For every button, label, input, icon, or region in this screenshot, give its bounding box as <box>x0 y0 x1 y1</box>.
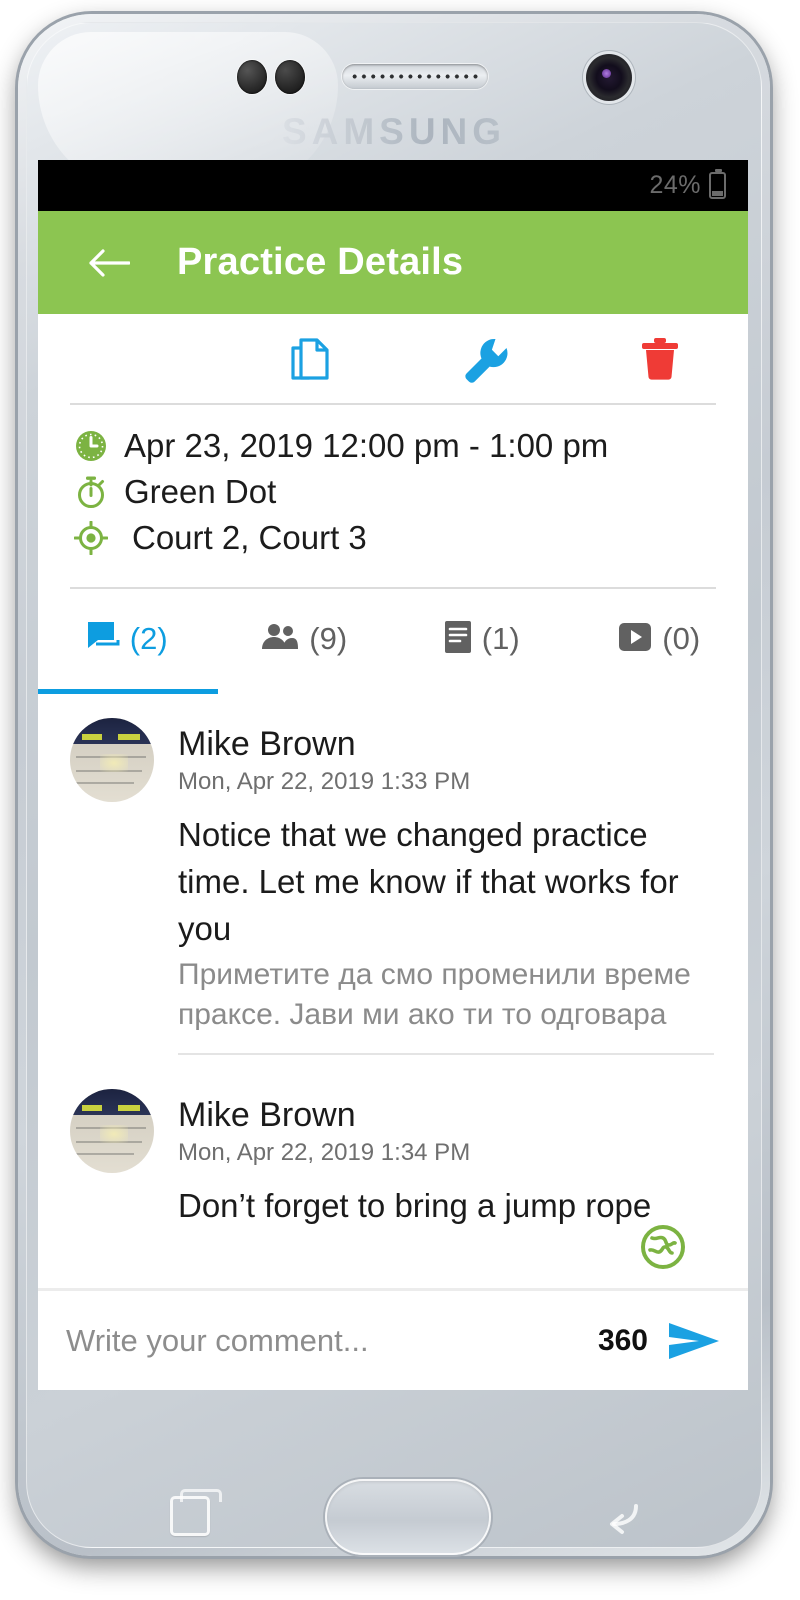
comment-author: Mike Brown <box>178 1095 356 1134</box>
avatar <box>70 718 154 802</box>
battery-percent-label: 24% <box>649 171 701 199</box>
phone-screen: 24% Practice Details Apr 23, 2019 12:00 … <box>38 160 748 1390</box>
comment-author: Mike Brown <box>178 724 356 763</box>
send-button[interactable] <box>666 1317 722 1365</box>
front-camera-icon <box>586 54 632 101</box>
comment-item[interactable]: Mike Brown Mon, Apr 22, 2019 1:34 PM Don… <box>38 1065 748 1240</box>
avatar <box>70 1088 154 1173</box>
tab-attendees-count: (9) <box>309 621 348 656</box>
comment-list: Mike Brown Mon, Apr 22, 2019 1:33 PM Not… <box>38 694 748 1269</box>
avatar-photo-line <box>76 1152 134 1155</box>
duplicate-button[interactable] <box>222 314 397 403</box>
tab-videos[interactable]: (0) <box>571 589 749 689</box>
comment-separator <box>178 1052 714 1055</box>
detail-row-datetime: Apr 23, 2019 12:00 pm - 1:00 pm <box>38 423 748 469</box>
page-title: Practice Details <box>177 241 464 283</box>
comment-meta: Mike Brown Mon, Apr 22, 2019 1:33 PM <box>178 718 470 802</box>
clock-icon <box>72 429 110 463</box>
earpiece-speaker <box>342 64 488 89</box>
tab-notes[interactable]: (1) <box>393 589 571 689</box>
tab-attendees[interactable]: (9) <box>216 589 394 689</box>
tab-bar: (2) (9) (1) (0) <box>38 589 748 689</box>
edit-button[interactable] <box>397 314 572 403</box>
comment-meta: Mike Brown Mon, Apr 22, 2019 1:34 PM <box>178 1089 470 1173</box>
detail-group-text: Green Dot <box>124 473 277 510</box>
comment-body: Don’t forget to bring a jump rope <box>178 1186 652 1224</box>
comment-timestamp: Mon, Apr 22, 2019 1:33 PM <box>178 768 471 796</box>
comment-item[interactable]: Mike Brown Mon, Apr 22, 2019 1:33 PM Not… <box>38 694 748 1065</box>
tab-videos-count: (0) <box>662 621 701 656</box>
avatar-photo-glare <box>100 754 128 772</box>
video-play-icon <box>618 622 652 657</box>
samsung-brand-logo: SAMSUNG <box>18 111 770 153</box>
avatar-photo-band <box>70 1088 154 1115</box>
home-button[interactable] <box>325 1479 491 1555</box>
earpiece-grille <box>350 73 480 80</box>
tab-comments[interactable]: (2) <box>38 589 216 689</box>
avatar-photo-line <box>76 782 134 784</box>
detail-datetime-text: Apr 23, 2019 12:00 pm - 1:00 pm <box>124 427 609 464</box>
recents-key-icon[interactable] <box>170 1489 222 1536</box>
app-bar: Practice Details <box>38 211 748 314</box>
avatar-photo-band <box>70 718 154 744</box>
light-sensor-icon <box>275 60 305 94</box>
avatar-photo-glare <box>100 1124 128 1143</box>
avatar-photo-detail <box>118 1104 140 1111</box>
avatar-photo-detail <box>118 734 140 740</box>
practice-detail-block: Apr 23, 2019 12:00 pm - 1:00 pm Green Do… <box>38 405 748 587</box>
comment-input-bar: 360 <box>38 1288 748 1390</box>
comment-timestamp: Mon, Apr 22, 2019 1:34 PM <box>178 1139 471 1166</box>
people-icon <box>261 622 299 657</box>
comment-header: Mike Brown Mon, Apr 22, 2019 1:34 PM <box>38 1088 748 1173</box>
tab-comments-count: (2) <box>129 621 168 656</box>
status-bar: 24% <box>38 160 748 211</box>
battery-icon <box>709 169 726 199</box>
avatar-photo-detail <box>82 1104 102 1111</box>
globe-translate-icon[interactable] <box>640 1224 686 1270</box>
delete-button[interactable] <box>573 314 748 403</box>
proximity-sensor-icon <box>237 60 267 94</box>
tab-notes-count: (1) <box>481 621 520 656</box>
comment-translation: Приметите да смо променили време праксе.… <box>178 957 691 1031</box>
comment-icon <box>86 620 120 659</box>
comment-input[interactable] <box>66 1322 580 1359</box>
comment-header: Mike Brown Mon, Apr 22, 2019 1:33 PM <box>38 718 748 802</box>
char-counter: 360 <box>597 1323 648 1357</box>
comment-body: Notice that we changed practice time. Le… <box>178 816 679 947</box>
detail-row-group: Green Dot <box>38 469 748 515</box>
avatar-photo-detail <box>82 734 102 740</box>
document-lines-icon <box>444 620 472 659</box>
target-location-icon <box>72 521 110 555</box>
detail-row-location: Court 2, Court 3 <box>38 515 748 561</box>
detail-location-text: Court 2, Court 3 <box>132 519 367 556</box>
back-arrow-icon[interactable] <box>88 248 131 278</box>
stopwatch-icon <box>72 475 110 509</box>
action-toolbar <box>38 314 748 403</box>
back-key-icon[interactable] <box>600 1494 648 1538</box>
